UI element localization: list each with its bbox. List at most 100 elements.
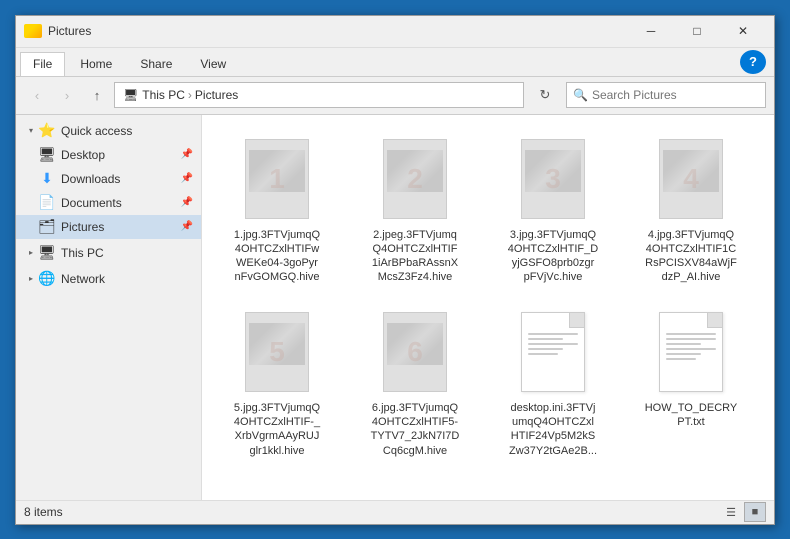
file-label: 1.jpg.3FTVjumqQ4OHTCZxlHTIFwWEKe04-3goPy…: [234, 228, 320, 285]
documents-label: Documents: [61, 196, 177, 210]
path-separator: ›: [188, 88, 192, 102]
close-button[interactable]: ✕: [720, 15, 766, 47]
quick-access-header[interactable]: ▾ ⭐ Quick access: [16, 119, 201, 143]
sidebar-item-network[interactable]: ▸ 🌐 Network: [16, 267, 201, 291]
pin-icon: 📌: [181, 149, 193, 160]
pictures-icon: 🗂: [38, 218, 56, 236]
file-item[interactable]: 4 4.jpg.3FTVjumqQ4OHTCZxlHTIF1CRsPCISXV8…: [626, 125, 756, 290]
file-icon-container: 5: [237, 307, 317, 397]
file-item[interactable]: 3 3.jpg.3FTVjumqQ4OHTCZxlHTIF_DyjGSFO8pr…: [488, 125, 618, 290]
file-area: 1 1.jpg.3FTVjumqQ4OHTCZxlHTIFwWEKe04-3go…: [202, 115, 774, 500]
file-icon-container: 1: [237, 134, 317, 224]
search-box[interactable]: 🔍: [566, 82, 766, 108]
file-thumbnail: 5: [245, 312, 309, 392]
sidebar-item-documents[interactable]: 📄 Documents 📌: [16, 191, 201, 215]
file-item[interactable]: 5 5.jpg.3FTVjumqQ4OHTCZxlHTIF-_XrbVgrmAA…: [212, 298, 342, 463]
network-label: Network: [61, 272, 193, 286]
network-icon: 🌐: [38, 270, 56, 288]
sidebar-item-pictures[interactable]: 🗂 Pictures 📌: [16, 215, 201, 239]
file-item[interactable]: HOW_TO_DECRYPT.txt: [626, 298, 756, 463]
desktop-icon: 🖥: [38, 146, 56, 164]
view-controls: ☰ ■: [720, 502, 766, 522]
explorer-window: Pictures ─ □ ✕ File Home Share View ? ‹ …: [15, 15, 775, 525]
back-button[interactable]: ‹: [24, 82, 50, 108]
sidebar-item-this-pc[interactable]: ▸ 🖥 This PC: [16, 241, 201, 265]
status-bar: 8 items ☰ ■: [16, 500, 774, 524]
file-label: 5.jpg.3FTVjumqQ4OHTCZxlHTIF-_XrbVgrmAAyR…: [234, 401, 320, 458]
refresh-button[interactable]: ↻: [532, 82, 558, 108]
file-thumbnail: 6: [383, 312, 447, 392]
this-pc-label: This PC: [61, 246, 193, 260]
maximize-button[interactable]: □: [674, 15, 720, 47]
file-thumbnail: 3: [521, 139, 585, 219]
expand-this-pc-icon: ▸: [24, 246, 38, 260]
window-title: Pictures: [48, 24, 628, 38]
up-button[interactable]: ↑: [84, 82, 110, 108]
expand-icon: ▾: [24, 124, 38, 138]
tab-view[interactable]: View: [187, 52, 239, 76]
sidebar-item-desktop[interactable]: 🖥 Desktop 📌: [16, 143, 201, 167]
expand-network-icon: ▸: [24, 272, 38, 286]
file-thumbnail: 1: [245, 139, 309, 219]
search-icon: 🔍: [573, 88, 588, 102]
path-icon: 🖥: [123, 88, 138, 102]
tab-file[interactable]: File: [20, 52, 65, 76]
address-bar: ‹ › ↑ 🖥 This PC › Pictures ↻ 🔍: [16, 77, 774, 115]
pictures-label: Pictures: [61, 220, 177, 234]
window-controls: ─ □ ✕: [628, 15, 766, 47]
quick-access-label: Quick access: [61, 124, 193, 138]
file-item[interactable]: desktop.ini.3FTVjumqQ4OHTCZxlHTIF24Vp5M2…: [488, 298, 618, 463]
network-section: ▸ 🌐 Network: [16, 267, 201, 291]
file-label: 6.jpg.3FTVjumqQ4OHTCZxlHTIF5-TYTV7_2JkN7…: [371, 401, 460, 458]
documents-icon: 📄: [38, 194, 56, 212]
file-label: desktop.ini.3FTVjumqQ4OHTCZxlHTIF24Vp5M2…: [509, 401, 597, 458]
details-view-button[interactable]: ☰: [720, 502, 742, 522]
ribbon: File Home Share View ?: [16, 48, 774, 77]
file-icon-container: 3: [513, 134, 593, 224]
file-thumbnail: 4: [659, 139, 723, 219]
downloads-icon: ⬇: [38, 170, 56, 188]
item-count: 8 items: [24, 505, 720, 519]
pin-icon-doc: 📌: [181, 197, 193, 208]
file-doc-icon: [659, 312, 723, 392]
file-label: 2.jpeg.3FTVjumqQ4OHTCZxlHTIF1iArBPbaRAss…: [372, 228, 458, 285]
file-thumbnail: 2: [383, 139, 447, 219]
address-path[interactable]: 🖥 This PC › Pictures: [114, 82, 524, 108]
pin-icon-pic: 📌: [181, 221, 193, 232]
help-button[interactable]: ?: [740, 50, 766, 74]
quick-access-icon: ⭐: [38, 122, 56, 140]
tab-home[interactable]: Home: [67, 52, 125, 76]
file-icon-container: [651, 307, 731, 397]
forward-button[interactable]: ›: [54, 82, 80, 108]
path-thispc: This PC: [142, 88, 185, 102]
ribbon-tabs: File Home Share View ?: [16, 48, 774, 76]
file-item[interactable]: 2 2.jpeg.3FTVjumqQ4OHTCZxlHTIF1iArBPbaRA…: [350, 125, 480, 290]
file-doc-icon: [521, 312, 585, 392]
pin-icon-dl: 📌: [181, 173, 193, 184]
downloads-label: Downloads: [61, 172, 177, 186]
file-icon-container: [513, 307, 593, 397]
main-content: ▾ ⭐ Quick access 🖥 Desktop 📌 ⬇ Downloads…: [16, 115, 774, 500]
large-icon-view-button[interactable]: ■: [744, 502, 766, 522]
this-pc-section: ▸ 🖥 This PC: [16, 241, 201, 265]
path-pictures: Pictures: [195, 88, 238, 102]
file-icon-container: 2: [375, 134, 455, 224]
window-icon: [24, 24, 42, 38]
title-bar: Pictures ─ □ ✕: [16, 16, 774, 48]
file-icon-container: 4: [651, 134, 731, 224]
file-label: 3.jpg.3FTVjumqQ4OHTCZxlHTIF_DyjGSFO8prb0…: [508, 228, 598, 285]
file-item[interactable]: 1 1.jpg.3FTVjumqQ4OHTCZxlHTIFwWEKe04-3go…: [212, 125, 342, 290]
sidebar: ▾ ⭐ Quick access 🖥 Desktop 📌 ⬇ Downloads…: [16, 115, 202, 500]
minimize-button[interactable]: ─: [628, 15, 674, 47]
file-label: HOW_TO_DECRYPT.txt: [645, 401, 738, 430]
file-grid: 1 1.jpg.3FTVjumqQ4OHTCZxlHTIFwWEKe04-3go…: [212, 125, 764, 463]
quick-access-section: ▾ ⭐ Quick access 🖥 Desktop 📌 ⬇ Downloads…: [16, 119, 201, 239]
file-label: 4.jpg.3FTVjumqQ4OHTCZxlHTIF1CRsPCISXV84a…: [645, 228, 737, 285]
search-input[interactable]: [592, 88, 759, 102]
tab-share[interactable]: Share: [127, 52, 185, 76]
file-item[interactable]: 6 6.jpg.3FTVjumqQ4OHTCZxlHTIF5-TYTV7_2Jk…: [350, 298, 480, 463]
this-pc-icon: 🖥: [38, 244, 56, 262]
sidebar-item-downloads[interactable]: ⬇ Downloads 📌: [16, 167, 201, 191]
desktop-label: Desktop: [61, 148, 177, 162]
file-icon-container: 6: [375, 307, 455, 397]
